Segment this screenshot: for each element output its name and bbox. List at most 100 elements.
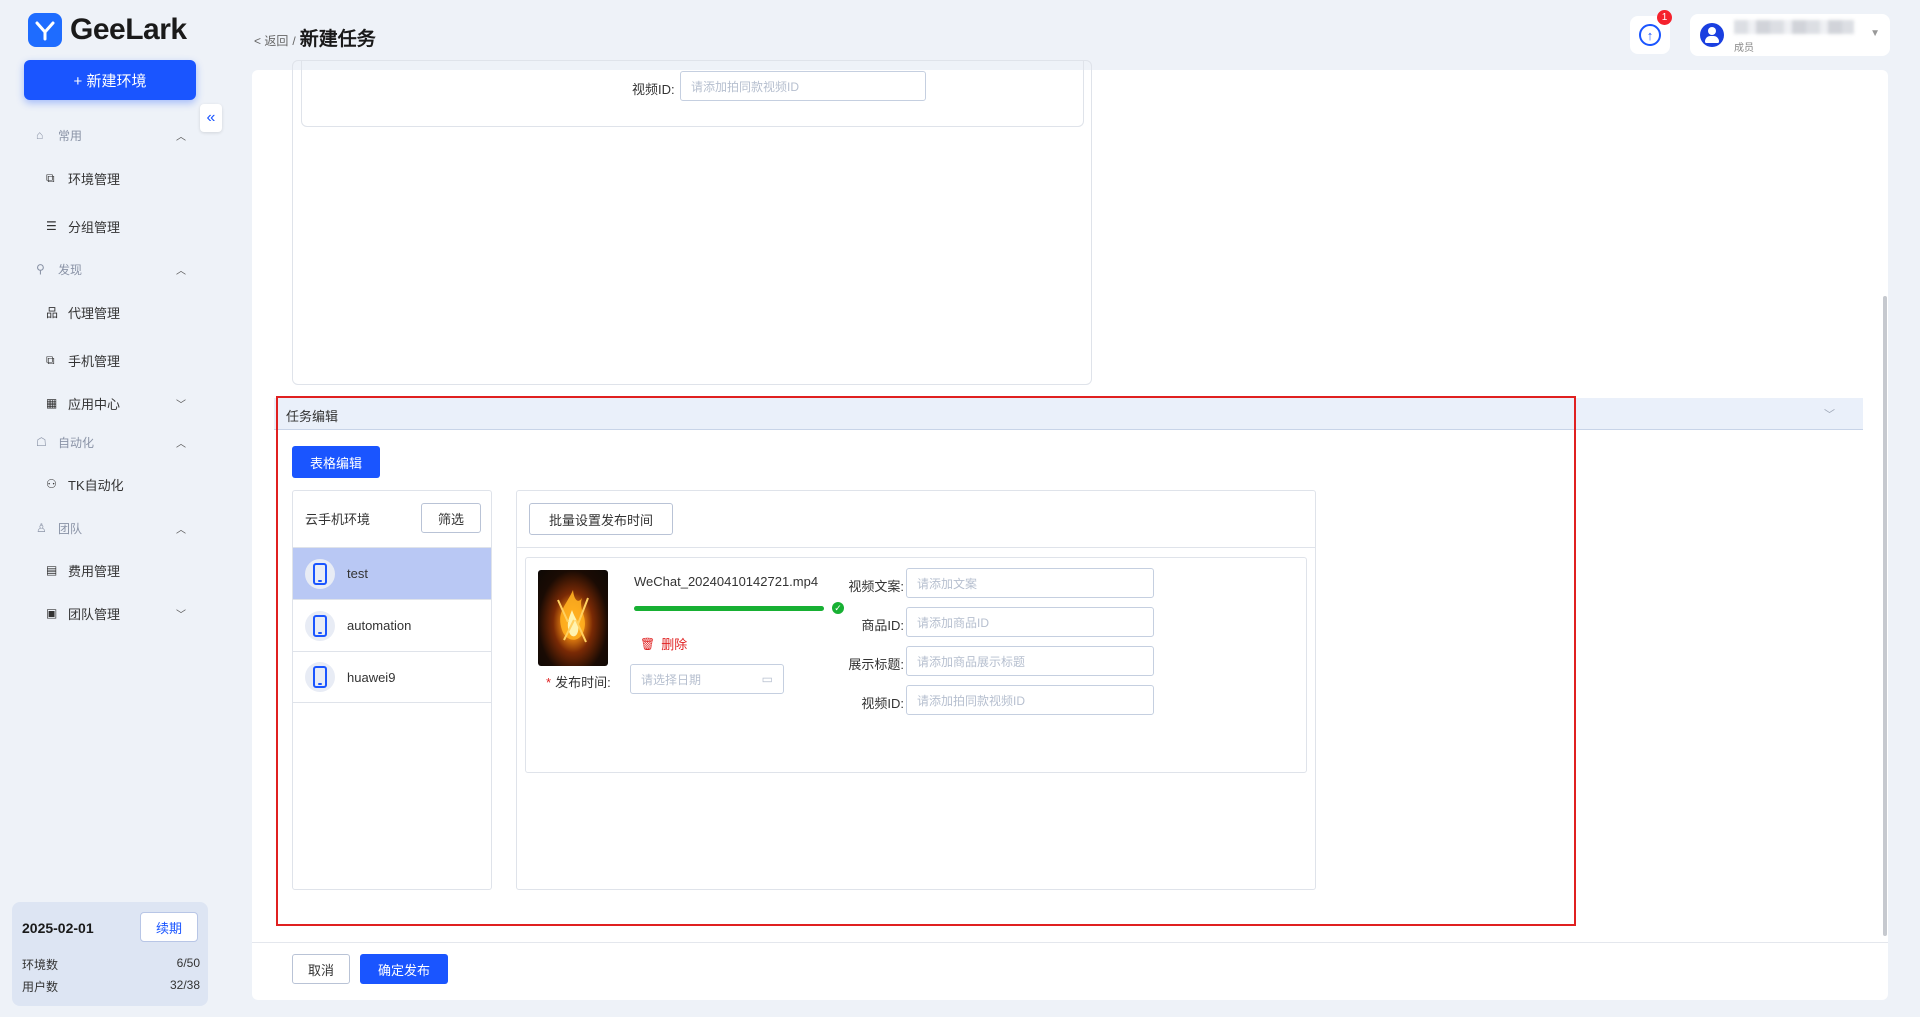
sidebar-item-phones[interactable]: ⧉ 手机管理 [46,348,186,372]
back-link[interactable]: < 返回 [254,32,288,49]
sidebar-item-label: 团队管理 [68,606,121,622]
sidebar-item-app-center[interactable]: ▦ 应用中心 ﹀ [46,391,186,415]
nav-group-discover[interactable]: ⚲ 发现 ︿ [36,258,186,280]
rocket-icon: ⚲ [36,262,45,276]
network-icon: 品 [46,305,59,320]
phone-icon [305,610,335,641]
publish-time-placeholder: 请选择日期 [641,672,702,687]
calendar-icon: ▭ [761,672,773,686]
nav-group-label: 自动化 [58,435,95,450]
sidebar-item-groups[interactable]: ☰ 分组管理 [46,214,186,238]
sidebar-item-label: 应用中心 [68,396,121,412]
home-icon: ⌂ [36,128,44,142]
filter-button[interactable]: 筛选 [421,503,481,533]
product-id-label: 商品ID: [861,618,904,633]
plan-user-value: 32/38 [169,978,200,992]
upper-video-card: 视频ID: 请添加拍同款视频ID [301,61,1084,127]
plan-card: 2025-02-01 续期 环境数 6/50 用户数 32/38 [12,902,208,1006]
nav-group-label: 团队 [58,521,83,536]
batch-set-publish-time-button[interactable]: 批量设置发布时间 [529,503,673,535]
team-card-icon: ▣ [46,606,58,620]
phone-icon [305,558,335,589]
trash-icon: 🗑 [640,636,656,651]
env-name: test [347,566,368,581]
phones-icon: ⧉ [46,352,55,367]
sidebar-item-billing[interactable]: ▤ 费用管理 [46,558,186,582]
scrollbar-thumb[interactable] [1883,296,1887,936]
chevron-up-icon: ︿ [176,524,186,536]
new-environment-button[interactable]: + 新建环境 [24,60,196,100]
copy-icon: ⧉ [46,170,55,185]
bill-icon: ▤ [46,563,58,577]
page-title: 新建任务 [299,29,376,50]
brand-logo[interactable]: GeeLark [28,12,187,48]
task-edit-section-header[interactable]: 任务编辑 ﹀ [274,398,1863,430]
breadcrumb: < 返回 / 新建任务 [254,24,376,51]
video-id-label: 视频ID: [861,696,904,711]
upload-progress-fill [634,606,824,611]
confirm-publish-button[interactable]: 确定发布 [360,954,448,984]
delete-video-button[interactable]: 🗑 删除 [640,634,687,653]
nav-group-common[interactable]: ⌂ 常用 ︿ [36,124,186,146]
delete-label: 删除 [661,637,688,652]
chevron-down-icon: ﹀ [176,399,186,411]
sidebar-item-tk-automation[interactable]: ⚇ TK自动化 [46,472,186,496]
plan-user-count: 用户数 32/38 [22,978,200,995]
video-caption-input[interactable]: 请添加文案 [906,568,1154,598]
geelark-logo-icon [28,13,62,47]
chevron-down-icon: ﹀ [1824,409,1835,421]
plan-env-count: 环境数 6/50 [22,956,200,973]
publish-time-label: * 发布时间: [546,672,611,691]
robot-icon: ☖ [36,435,47,449]
sidebar-item-label: 分组管理 [68,219,121,235]
required-mark: * [546,675,552,690]
renew-button[interactable]: 续期 [140,912,198,942]
nav-group-team[interactable]: ♙ 团队 ︿ [36,517,186,539]
upload-tasks-button[interactable]: ↑ 1 [1630,10,1672,54]
nav-group-label: 常用 [58,128,83,143]
video-thumbnail[interactable] [538,570,608,666]
brand-name: GeeLark [70,13,187,46]
divider [517,547,1315,548]
list-item[interactable]: test [293,547,491,599]
video-task-panel: 批量设置发布时间 WeChat_20240410142721.mp4 ✓ 🗑 删… [516,490,1316,890]
video-card: WeChat_20240410142721.mp4 ✓ 🗑 删除 * 发布时间: … [525,557,1307,773]
sidebar-item-label: 手机管理 [68,353,121,369]
cancel-button[interactable]: 取消 [292,954,350,984]
sidebar-item-label: 代理管理 [68,305,121,321]
chevron-up-icon: ︿ [176,131,186,143]
video-id-label: 视频ID: [632,82,675,97]
chevron-up-icon: ︿ [176,438,186,450]
chevron-up-icon: ︿ [176,265,186,277]
display-title-input[interactable]: 请添加商品展示标题 [906,646,1154,676]
display-title-label: 展示标题: [848,657,904,672]
hierarchy-icon: ⚇ [46,477,57,491]
list-icon: ☰ [46,219,57,233]
publish-time-label-text: 发布时间: [555,675,611,690]
sidebar-item-label: TK自动化 [68,477,124,493]
env-name: automation [347,618,412,633]
env-list-title: 云手机环境 [305,512,371,527]
plan-env-label: 环境数 [22,958,59,972]
table-edit-button[interactable]: 表格编辑 [292,446,380,478]
user-menu[interactable]: 成员 ▼ [1690,14,1890,56]
user-role: 成员 [1734,43,1754,54]
upper-video-id-input[interactable]: 请添加拍同款视频ID [680,71,926,101]
team-icon: ♙ [36,521,47,535]
sidebar-item-team-management[interactable]: ▣ 团队管理 ﹀ [46,601,186,625]
list-item[interactable]: automation [293,599,491,651]
sidebar-item-environment[interactable]: ⧉ 环境管理 [46,166,186,190]
video-file-name: WeChat_20240410142721.mp4 [634,574,819,589]
grid-icon: ▦ [46,396,58,410]
list-item[interactable]: huawei9 [293,651,491,703]
collapse-sidebar-icon[interactable]: « [200,104,222,132]
sidebar-item-proxy[interactable]: 品 代理管理 [46,300,186,324]
user-avatar-icon [1700,23,1724,47]
product-id-input[interactable]: 请添加商品ID [906,607,1154,637]
nav-group-automation[interactable]: ☖ 自动化 ︿ [36,431,186,453]
publish-time-picker[interactable]: 请选择日期 ▭ [630,664,784,694]
video-id-input[interactable]: 请添加拍同款视频ID [906,685,1154,715]
video-caption-label: 视频文案: [848,579,904,594]
check-circle-icon: ✓ [832,602,844,614]
plan-expiry-date: 2025-02-01 [22,920,94,936]
